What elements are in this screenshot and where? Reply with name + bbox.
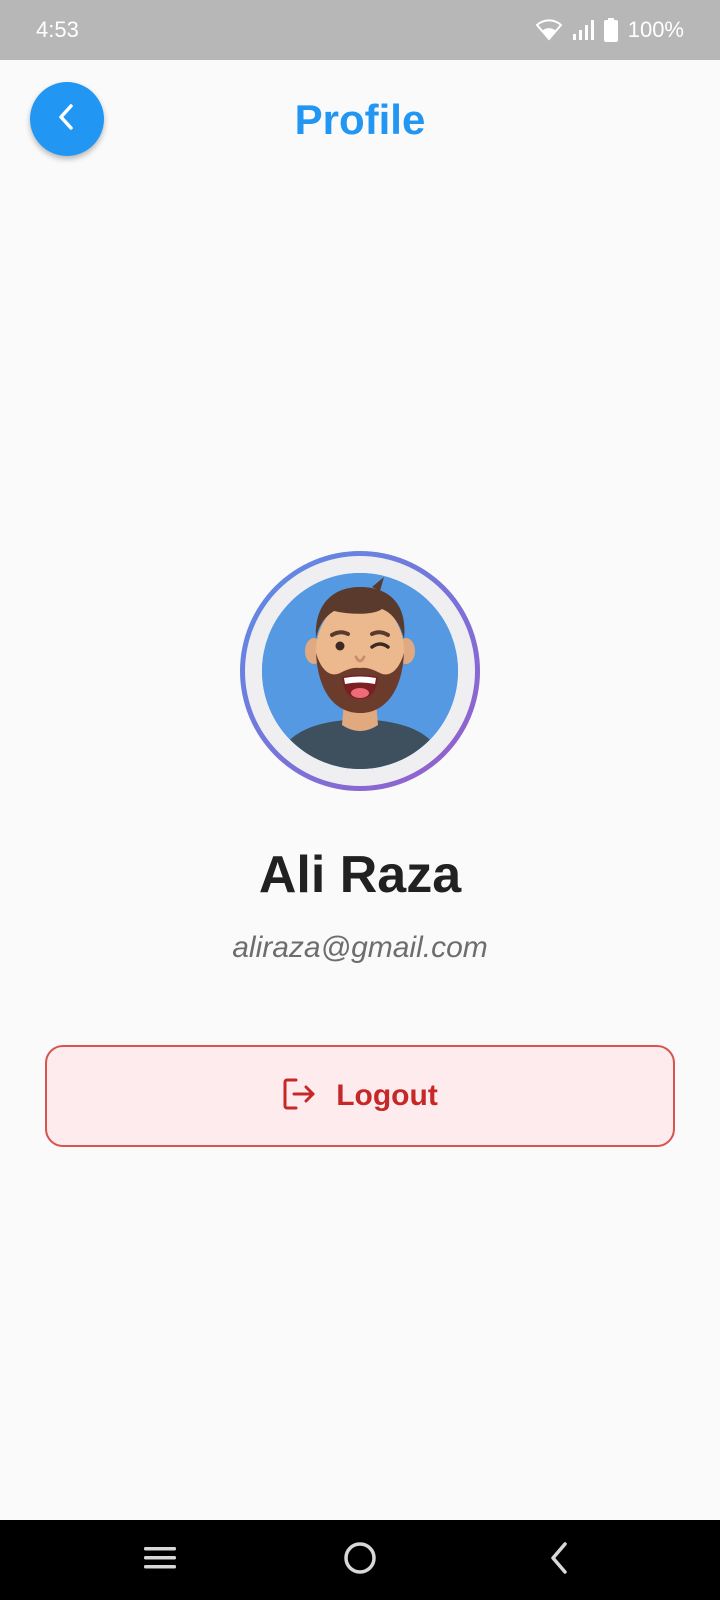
profile-screen: 4:53 100% Profile Ali Raza aliraza@gmail…	[0, 0, 720, 1600]
home-icon	[342, 1540, 378, 1581]
status-time: 4:53	[36, 17, 79, 42]
bearded-man-avatar-illustration	[262, 573, 458, 769]
logout-button[interactable]: Logout	[45, 1045, 675, 1147]
back-icon	[545, 1540, 575, 1581]
page-title: Profile	[294, 96, 426, 143]
avatar-image	[262, 573, 458, 769]
system-nav-bar	[0, 1520, 720, 1600]
status-icons: 100%	[535, 17, 684, 43]
logout-label: Logout	[336, 1079, 438, 1112]
user-name: Ali Raza	[258, 846, 462, 904]
battery-percent: 100%	[627, 17, 684, 42]
avatar-frame	[245, 556, 475, 786]
signal-icon	[572, 19, 594, 41]
user-email: aliraza@gmail.com	[232, 931, 488, 964]
nav-recents-button[interactable]	[120, 1520, 200, 1600]
battery-icon	[603, 18, 618, 42]
status-bar: 4:53 100%	[0, 0, 720, 60]
nav-home-button[interactable]	[320, 1520, 400, 1600]
logout-icon	[282, 1077, 318, 1116]
wifi-icon	[535, 19, 562, 41]
menu-icon	[142, 1543, 178, 1578]
nav-back-button[interactable]	[520, 1520, 600, 1600]
avatar	[240, 551, 480, 791]
